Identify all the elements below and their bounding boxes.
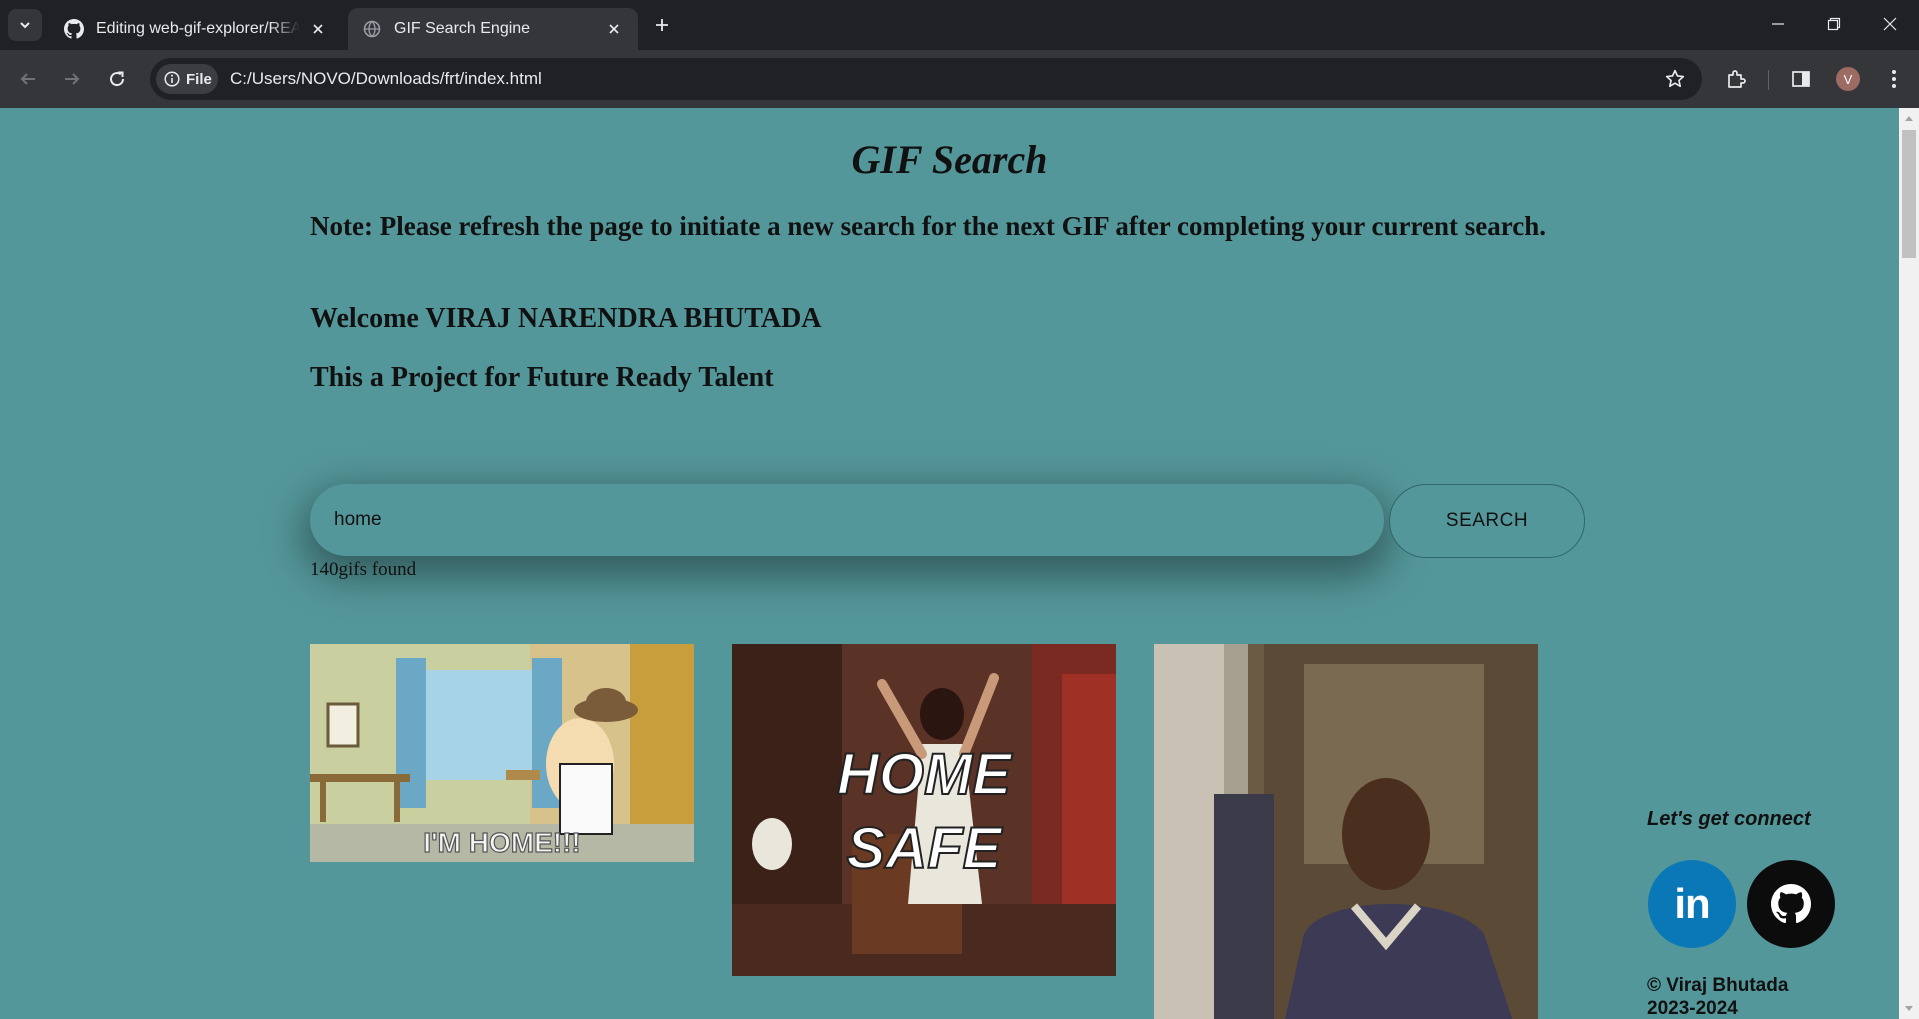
gif-result-item[interactable] [1154,644,1538,1019]
browser-toolbar: File C:/Users/NOVO/Downloads/frt/index.h… [0,50,1919,108]
site-info-label: File [186,70,212,88]
restore-button[interactable] [1806,0,1862,48]
kebab-menu-icon [1892,70,1896,88]
menu-button[interactable] [1878,63,1910,95]
forward-button[interactable] [56,63,88,95]
connect-heading: Let's get connect [1647,808,1811,830]
gif-image-doorway [1154,644,1538,1019]
info-icon [164,71,180,87]
globe-icon [362,19,382,39]
url-text[interactable]: C:/Users/NOVO/Downloads/frt/index.html [230,69,542,89]
tab-title: Editing web-gif-explorer/README.md [96,20,300,37]
minimize-icon [1772,23,1784,25]
close-icon [1883,17,1897,31]
side-panel-button[interactable] [1785,63,1817,95]
tab-editing-readme[interactable]: Editing web-gif-explorer/README.md [50,8,342,50]
bookmark-star-icon[interactable] [1664,68,1686,90]
reload-icon [110,71,125,87]
scroll-down-arrow-icon[interactable] [1905,1006,1913,1011]
gif-caption-line2: SAFE [847,816,1004,881]
reload-button[interactable] [101,63,133,95]
project-heading: This a Project for Future Ready Talent [310,362,774,393]
restore-icon [1827,17,1841,31]
scrollbar-thumb[interactable] [1902,130,1916,258]
github-link[interactable] [1747,860,1835,948]
browser-tab-bar: Editing web-gif-explorer/README.md GIF S… [0,0,1919,50]
site-info-chip[interactable]: File [156,64,218,94]
refresh-note: Note: Please refresh the page to initiat… [310,211,1547,241]
gif-image-home-safe: HOME SAFE [732,644,1116,976]
search-input[interactable] [310,484,1384,556]
gif-caption: I'M HOME!!! [423,827,581,858]
gif-result-item[interactable]: I'M HOME!!! [310,644,694,862]
chevron-down-icon [20,22,30,29]
back-button[interactable] [12,63,44,95]
linkedin-link[interactable]: in [1648,860,1736,948]
copyright-line-1: © Viraj Bhutada [1647,975,1789,996]
gif-result-item[interactable]: HOME SAFE [732,644,1116,976]
copyright-text: © Viraj Bhutada 2023-2024 [1647,974,1788,1019]
puzzle-icon [1728,70,1746,88]
side-panel-icon [1792,71,1810,87]
tab-title: GIF Search Engine [394,20,531,37]
new-tab-button[interactable] [650,13,674,37]
gif-caption-line1: HOME [837,742,1013,807]
search-button[interactable]: SEARCH [1389,484,1585,558]
welcome-heading: Welcome VIRAJ NARENDRA BHUTADA [310,303,822,334]
scroll-up-arrow-icon[interactable] [1905,116,1913,121]
arrow-left-icon [20,73,35,85]
page-scrollbar[interactable] [1899,108,1919,1019]
close-icon[interactable] [308,19,328,39]
minimize-button[interactable] [1750,0,1806,48]
arrow-right-icon [65,73,80,85]
result-count: 140gifs found [310,559,417,580]
github-icon [1771,884,1811,924]
page-viewport: GIF Search Note: Please refresh the page… [0,108,1899,1019]
github-icon [64,19,84,39]
address-bar[interactable]: File C:/Users/NOVO/Downloads/frt/index.h… [150,58,1702,100]
copyright-line-2: 2023-2024 [1647,998,1738,1019]
linkedin-icon: in [1674,880,1710,927]
profile-avatar[interactable]: V [1836,67,1860,91]
window-close-button[interactable] [1862,0,1918,48]
close-icon[interactable] [604,19,624,39]
plus-icon [656,19,668,31]
tab-gif-search-engine[interactable]: GIF Search Engine [348,8,638,50]
page-title: GIF Search [851,137,1048,182]
extensions-button[interactable] [1720,63,1752,95]
toolbar-divider [1768,70,1769,90]
tab-search-button[interactable] [8,9,42,41]
gif-image-cartoon-home: I'M HOME!!! [310,644,694,862]
